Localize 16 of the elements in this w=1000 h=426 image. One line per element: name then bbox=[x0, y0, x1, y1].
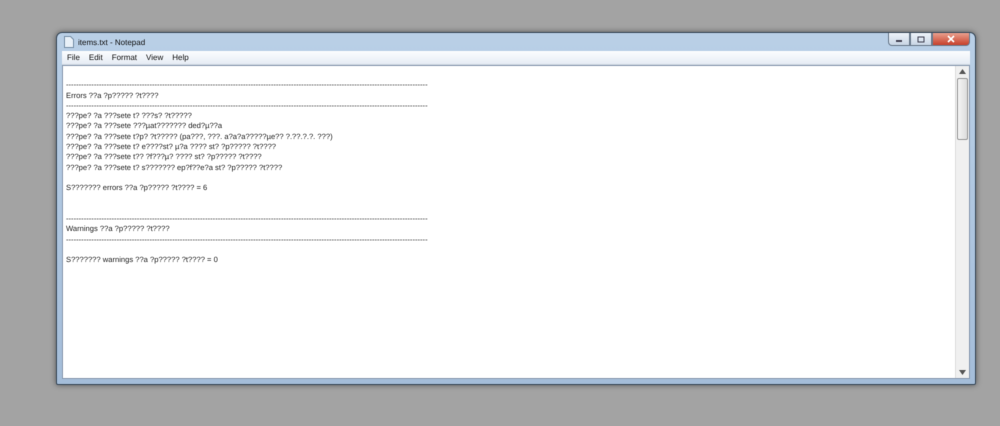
menu-item[interactable]: File bbox=[67, 53, 80, 62]
menu-item[interactable]: Format bbox=[112, 53, 138, 62]
vertical-scrollbar[interactable] bbox=[955, 66, 969, 378]
scroll-down-icon[interactable] bbox=[959, 370, 966, 375]
menu-item[interactable]: View bbox=[146, 53, 164, 62]
menu-item[interactable]: Edit bbox=[88, 53, 103, 62]
close-button[interactable] bbox=[932, 33, 970, 46]
menu-item[interactable]: Help bbox=[172, 53, 189, 62]
scroll-up-icon[interactable] bbox=[959, 69, 966, 74]
maximize-button[interactable] bbox=[910, 33, 932, 46]
scroll-thumb[interactable] bbox=[957, 78, 968, 140]
document-icon bbox=[64, 36, 74, 48]
close-icon bbox=[947, 35, 955, 43]
maximize-icon bbox=[917, 36, 925, 42]
minimize-button[interactable] bbox=[888, 33, 910, 46]
window-title: items.txt - Notepad bbox=[78, 38, 146, 46]
